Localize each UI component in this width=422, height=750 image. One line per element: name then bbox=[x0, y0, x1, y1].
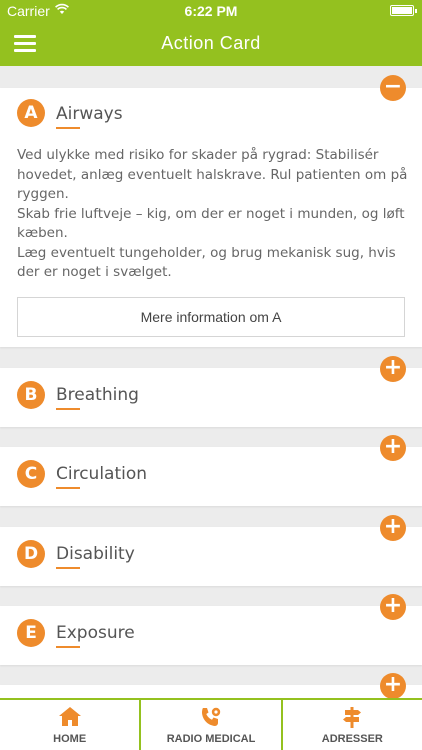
expand-e-icon[interactable]: + bbox=[380, 594, 406, 620]
expand-b-icon[interactable]: + bbox=[380, 356, 406, 382]
phone-gear-icon bbox=[201, 707, 221, 726]
tab-adresser-label: ADRESSER bbox=[321, 733, 383, 745]
more-info-a-button[interactable]: Mere information om A bbox=[17, 297, 405, 337]
description-paragraph-3: Læg eventuelt tungeholder, og brug mekan… bbox=[17, 244, 396, 281]
tab-home-label: HOME bbox=[53, 733, 87, 745]
card-c[interactable]: C Circulation bbox=[0, 447, 422, 506]
letter-badge-b: B bbox=[17, 381, 45, 409]
tab-radio-medical-label: RADIO MEDICAL bbox=[166, 733, 256, 745]
tab-adresser[interactable]: ADRESSER bbox=[283, 700, 422, 750]
title-underline bbox=[56, 567, 80, 569]
card-e[interactable]: E Exposure bbox=[0, 606, 422, 665]
status-bar: Carrier 6:22 PM bbox=[0, 0, 422, 22]
title-underline bbox=[56, 127, 80, 129]
bottom-tab-bar: HOME RADIO MEDICAL ADRESSER bbox=[0, 698, 422, 750]
nav-bar: Action Card bbox=[0, 22, 422, 66]
collapse-a-icon[interactable]: − bbox=[380, 75, 406, 101]
signpost-icon bbox=[343, 707, 362, 728]
title-underline bbox=[56, 408, 80, 410]
card-description: Ved ulykke med risiko for skader på rygr… bbox=[17, 146, 408, 283]
card-b[interactable]: B Breathing bbox=[0, 368, 422, 427]
title-underline bbox=[56, 487, 80, 489]
title-underline bbox=[56, 646, 80, 648]
card-partial[interactable] bbox=[0, 685, 422, 698]
card-title-circulation: Circulation bbox=[56, 464, 148, 484]
letter-badge-a: A bbox=[17, 99, 45, 127]
action-card-list: A Airways Ved ulykke med risiko for skad… bbox=[0, 66, 422, 698]
card-title-breathing: Breathing bbox=[56, 385, 139, 405]
expand-c-icon[interactable]: + bbox=[380, 435, 406, 461]
letter-badge-c: C bbox=[17, 460, 45, 488]
clock: 6:22 PM bbox=[184, 3, 238, 19]
home-icon bbox=[58, 707, 81, 726]
card-title-airways[interactable]: Airways bbox=[56, 104, 123, 124]
letter-badge-d: D bbox=[17, 540, 45, 568]
tab-home[interactable]: HOME bbox=[0, 700, 142, 750]
card-title-exposure: Exposure bbox=[56, 623, 135, 643]
battery-icon bbox=[390, 5, 417, 16]
expand-partial-icon[interactable]: + bbox=[380, 673, 406, 698]
card-a: A Airways Ved ulykke med risiko for skad… bbox=[0, 88, 422, 347]
tab-radio-medical[interactable]: RADIO MEDICAL bbox=[141, 700, 283, 750]
card-d[interactable]: D Disability bbox=[0, 527, 422, 586]
expand-d-icon[interactable]: + bbox=[380, 515, 406, 541]
card-title-disability: Disability bbox=[56, 544, 135, 564]
page-title: Action Card bbox=[161, 33, 261, 53]
letter-badge-e: E bbox=[17, 619, 45, 647]
description-paragraph-1: Ved ulykke med risiko for skader på rygr… bbox=[17, 147, 408, 202]
description-paragraph-2: Skab frie luftveje – kig, om der er noge… bbox=[17, 205, 405, 242]
